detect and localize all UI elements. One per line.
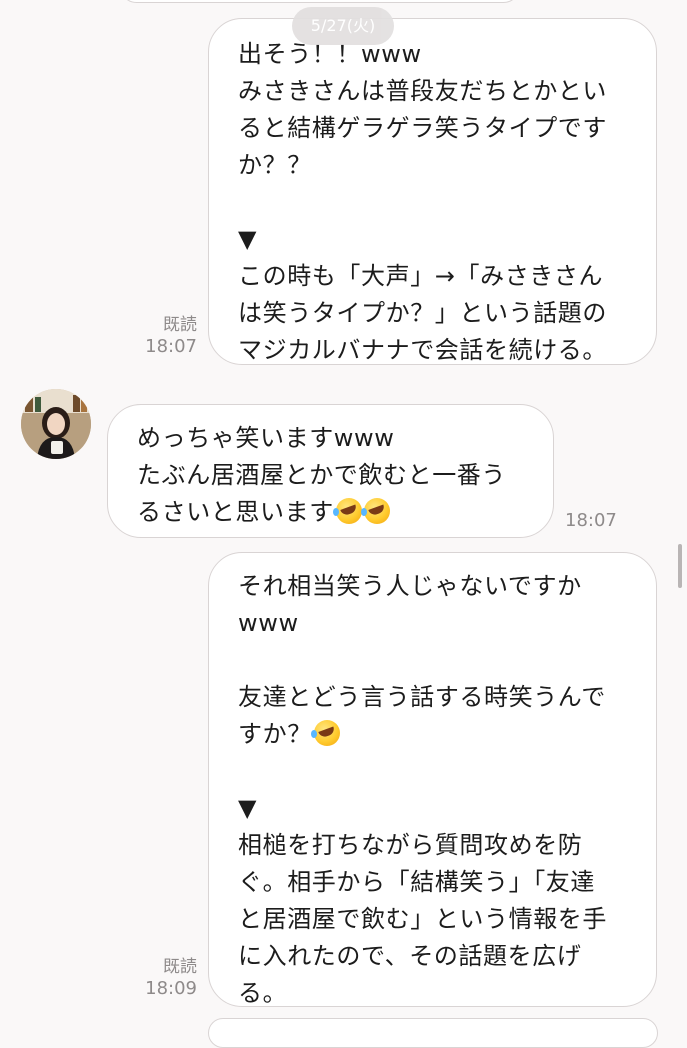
message-text-line: それ相当笑う人じゃないですか bbox=[238, 572, 582, 600]
message-text-line: ▼ bbox=[238, 225, 258, 253]
message-text-line: この時も「大声」→「みさきさん bbox=[238, 262, 604, 290]
sent-message-bubble[interactable]: 出そう！！www みさきさんは普段友だちとかとい ると結構ゲラゲラ笑うタイプです… bbox=[208, 18, 657, 365]
message-text-line bbox=[238, 642, 656, 679]
message-text-line: は笑うタイプか？」という話題の bbox=[238, 299, 607, 327]
message-text-line: る。 bbox=[238, 979, 288, 1007]
message-text-line: ると結構ゲラゲラ笑うタイプです bbox=[238, 114, 607, 142]
rolling-on-floor-laughing-emoji-icon bbox=[332, 498, 362, 524]
message-text-line: と居酒屋で飲む」という情報を手 bbox=[238, 905, 607, 933]
message-text-line bbox=[238, 753, 656, 790]
previous-message-bubble[interactable] bbox=[120, 0, 520, 3]
message-meta: 既読 18:09 bbox=[145, 956, 197, 1000]
message-text-line: 相槌を打ちながら質問攻めを防 bbox=[238, 831, 583, 859]
rolling-on-floor-laughing-emoji-icon bbox=[310, 720, 340, 746]
message-text-line: ぐ。相手から「結構笑う」「友達 bbox=[238, 868, 595, 896]
message-text-line: すか？ bbox=[238, 716, 656, 753]
message-text-line: めっちゃ笑いますwww bbox=[137, 424, 395, 452]
message-text: すか？ bbox=[238, 720, 312, 748]
read-receipt: 既読 bbox=[163, 957, 197, 977]
message-text-line: www bbox=[238, 609, 299, 637]
message-text-line: ▼ bbox=[238, 794, 258, 822]
message-text: るさいと思います bbox=[137, 498, 334, 526]
read-receipt: 既読 bbox=[163, 315, 197, 335]
message-text-line: マジカルバナナで会話を続ける。 bbox=[238, 336, 607, 364]
sent-message-bubble[interactable]: それ相当笑う人じゃないですか www 友達とどう言う話する時笑うんで すか？ ▼… bbox=[208, 552, 657, 1007]
contact-avatar[interactable] bbox=[21, 389, 91, 459]
message-text-line bbox=[238, 184, 656, 221]
message-text-line: に入れたので、その話題を広げ bbox=[238, 942, 582, 970]
next-message-bubble[interactable] bbox=[208, 1018, 658, 1048]
message-meta: 既読 18:07 bbox=[145, 314, 197, 358]
message-time: 18:07 bbox=[565, 510, 617, 531]
message-time: 18:09 bbox=[145, 978, 197, 999]
received-message-bubble[interactable]: めっちゃ笑いますwww たぶん居酒屋とかで飲むと一番う るさいと思います bbox=[107, 404, 554, 538]
message-text-line: 友達とどう言う話する時笑うんで bbox=[238, 683, 606, 711]
date-divider: 5/27(火) bbox=[292, 7, 394, 45]
rolling-on-floor-laughing-emoji-icon bbox=[360, 498, 390, 524]
message-text-line: たぶん居酒屋とかで飲むと一番う bbox=[137, 461, 506, 489]
message-text-line: るさいと思います bbox=[137, 494, 553, 531]
avatar-photo bbox=[21, 389, 91, 459]
message-meta: 18:07 bbox=[565, 510, 617, 532]
message-time: 18:07 bbox=[145, 336, 197, 357]
chat-area[interactable]: 出そう！！www みさきさんは普段友だちとかとい ると結構ゲラゲラ笑うタイプです… bbox=[0, 0, 687, 1048]
message-text-line: みさきさんは普段友だちとかとい bbox=[238, 77, 607, 105]
message-text-line: か？？ bbox=[238, 151, 312, 179]
scrollbar-thumb[interactable] bbox=[678, 544, 682, 588]
